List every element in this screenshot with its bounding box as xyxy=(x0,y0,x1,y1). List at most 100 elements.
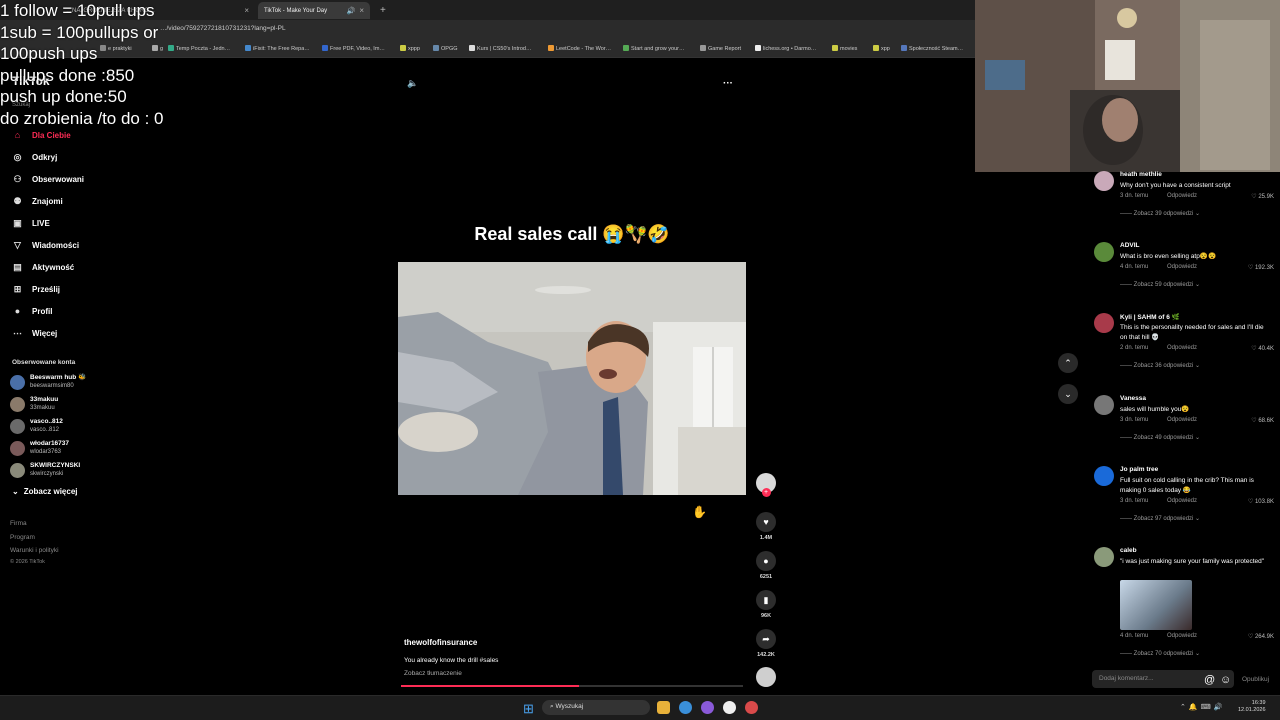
mention-icon[interactable]: @ xyxy=(1204,674,1215,686)
next-video-button[interactable]: ⌄ xyxy=(1058,384,1078,404)
comment-author[interactable]: Jo palm tree xyxy=(1120,466,1158,473)
overlay-line: 1sub = 100pullups or xyxy=(0,22,159,42)
sidebar-item-home[interactable]: ⌂ Dla Ciebie xyxy=(12,127,71,143)
avatar[interactable] xyxy=(1094,313,1114,333)
reply-button[interactable]: Odpowiedz xyxy=(1167,345,1197,351)
footer-link[interactable]: Firma xyxy=(10,520,27,527)
following-account[interactable]: vasco..812 vasco..812 xyxy=(10,418,63,434)
comment-button[interactable]: ● 6251 xyxy=(756,551,776,580)
sidebar-item-activity[interactable]: ▤ Aktywność xyxy=(12,259,74,275)
music-disc-button[interactable] xyxy=(756,667,776,687)
reply-button[interactable]: Odpowiedz xyxy=(1167,264,1197,270)
publish-button[interactable]: Opublikuj xyxy=(1242,676,1269,683)
bookmark-item[interactable]: LeetCode - The Wor… xyxy=(548,45,611,52)
bookmark-item[interactable]: xpp xyxy=(873,45,890,52)
like-button[interactable]: ♥ 1.4M xyxy=(756,512,776,541)
app-icon[interactable] xyxy=(723,701,736,714)
bookmark-item[interactable]: Free PDF, Video, Im… xyxy=(322,45,385,52)
avatar[interactable] xyxy=(1094,547,1114,567)
avatar[interactable] xyxy=(1094,395,1114,415)
video-author[interactable]: thewolfofinsurance xyxy=(404,638,477,647)
close-icon[interactable]: × xyxy=(359,6,364,15)
sidebar-item-live[interactable]: ▣ LIVE xyxy=(12,215,50,231)
sidebar-item-more[interactable]: ⋯ Więcej xyxy=(12,325,57,341)
following-account[interactable]: Beeswarm hub 🐝 beeswarmsim80 xyxy=(10,374,86,390)
bookmark-item[interactable]: xppp xyxy=(400,45,420,52)
bookmark-item[interactable]: movies xyxy=(832,45,857,52)
bookmark-item[interactable]: lichess.org • Darmo… xyxy=(755,45,816,52)
comment-like-button[interactable]: ♡ 25.9K xyxy=(1251,193,1274,200)
footer-link[interactable]: Warunki i polityki xyxy=(10,547,59,554)
follow-plus-icon[interactable]: + xyxy=(761,488,771,497)
view-replies-button[interactable]: —— Zobacz 70 odpowiedzi ⌄ xyxy=(1120,650,1200,657)
share-button[interactable]: ➦ 142.2K xyxy=(756,629,776,658)
sidebar-item-messages[interactable]: ▽ Wiadomości xyxy=(12,237,79,253)
comment-author[interactable]: Vanessa xyxy=(1120,395,1146,402)
sidebar-item-profile[interactable]: ● Profil xyxy=(12,303,53,319)
windows-start-icon[interactable]: ⊞ xyxy=(523,701,534,717)
bookmark-item[interactable]: Temp Poczta - Jedn… xyxy=(168,45,230,52)
sidebar-item-compass[interactable]: ◎ Odkryj xyxy=(12,149,58,165)
chrome-icon[interactable] xyxy=(679,701,692,714)
comment-like-button[interactable]: ♡ 40.4K xyxy=(1251,345,1274,352)
comment-author[interactable]: Kyli | SAHM of 6 🌿 xyxy=(1120,313,1180,321)
sound-icon[interactable]: 🔈 xyxy=(407,78,418,89)
previous-video-button[interactable]: ⌃ xyxy=(1058,353,1078,373)
avatar[interactable] xyxy=(1094,466,1114,486)
author-avatar-button[interactable]: + xyxy=(756,473,776,497)
bookmark-button[interactable]: ▮ 96K xyxy=(756,590,776,619)
comment-author[interactable]: heath methlie xyxy=(1120,171,1162,178)
comment-author[interactable]: ADVIL xyxy=(1120,242,1140,249)
bookmark-item[interactable]: Kurs | CS50's Introd… xyxy=(469,45,531,52)
following-account[interactable]: 33makuu 33makuu xyxy=(10,396,58,412)
view-replies-button[interactable]: —— Zobacz 97 odpowiedzi ⌄ xyxy=(1120,515,1200,522)
bookmark-item[interactable]: iFixit: The Free Repa… xyxy=(245,45,310,52)
clock[interactable]: 16:39 12.01.2026 xyxy=(1238,700,1266,714)
bookmark-item[interactable]: Game Report xyxy=(700,45,741,52)
comment-author[interactable]: caleb xyxy=(1120,547,1137,554)
reply-button[interactable]: Odpowiedz xyxy=(1167,193,1197,199)
view-replies-button[interactable]: —— Zobacz 49 odpowiedzi ⌄ xyxy=(1120,434,1200,441)
view-replies-button[interactable]: —— Zobacz 36 odpowiedzi ⌄ xyxy=(1120,362,1200,369)
comment-like-button[interactable]: ♡ 103.8K xyxy=(1248,498,1274,505)
reply-button[interactable]: Odpowiedz xyxy=(1167,498,1197,504)
system-tray-icons[interactable]: ⌃🔔⌨🔊 xyxy=(1180,703,1225,711)
app-icon[interactable] xyxy=(745,701,758,714)
view-replies-button[interactable]: —— Zobacz 39 odpowiedzi ⌄ xyxy=(1120,210,1200,217)
taskbar-search[interactable]: ⌕ Wyszukaj xyxy=(542,700,650,715)
account-name: Beeswarm hub 🐝 xyxy=(30,374,87,381)
speaker-icon[interactable]: 🔊 xyxy=(347,7,356,15)
avatar[interactable] xyxy=(1094,171,1114,191)
sidebar-item-upload[interactable]: ⊞ Prześlij xyxy=(12,281,60,297)
comment-like-button[interactable]: ♡ 68.6K xyxy=(1251,417,1274,424)
following-account[interactable]: włodar16737 wlodar3763 xyxy=(10,440,69,456)
sidebar-item-label: Profil xyxy=(32,306,53,316)
sidebar-item-friends[interactable]: ⚉ Znajomi xyxy=(12,193,62,209)
see-more-link[interactable]: ⌄ Zobacz więcej xyxy=(12,487,78,496)
bookmark-item[interactable]: Społeczność Steam… xyxy=(901,45,963,52)
action-count: 142.2K xyxy=(757,652,775,658)
bookmark-item[interactable]: OPGG xyxy=(433,45,458,52)
more-options-icon[interactable]: ··· xyxy=(723,78,733,89)
comment-like-button[interactable]: ♡ 264.9K xyxy=(1248,633,1274,640)
avatar[interactable] xyxy=(1094,242,1114,262)
close-icon[interactable]: × xyxy=(244,6,249,15)
sidebar-item-following[interactable]: ⚇ Obserwowani xyxy=(12,171,84,187)
bookmark-item[interactable]: Start and grow your… xyxy=(623,45,685,52)
reply-button[interactable]: Odpowiedz xyxy=(1167,417,1197,423)
view-replies-label: Zobacz 36 odpowiedzi ⌄ xyxy=(1133,363,1201,369)
video-player[interactable] xyxy=(398,262,746,495)
following-account[interactable]: SKWIRCZYNSKI skwirczynski xyxy=(10,462,80,478)
view-replies-button[interactable]: —— Zobacz 59 odpowiedzi ⌄ xyxy=(1120,281,1200,288)
translate-link[interactable]: Zobacz tłumaczenie xyxy=(404,670,462,677)
emoji-icon[interactable]: ☺ xyxy=(1220,674,1231,686)
bookmark-label: iFixit: The Free Repa… xyxy=(253,46,310,52)
app-icon[interactable] xyxy=(701,701,714,714)
file-explorer-icon[interactable] xyxy=(657,701,670,714)
comment-image[interactable] xyxy=(1120,580,1192,630)
reply-button[interactable]: Odpowiedz xyxy=(1167,633,1197,639)
browser-tab-active[interactable]: TikTok - Make Your Day 🔊 × xyxy=(258,2,370,19)
comment-like-button[interactable]: ♡ 192.3K xyxy=(1248,264,1274,271)
footer-link[interactable]: Program xyxy=(10,534,35,541)
new-tab-button[interactable]: + xyxy=(374,2,394,19)
